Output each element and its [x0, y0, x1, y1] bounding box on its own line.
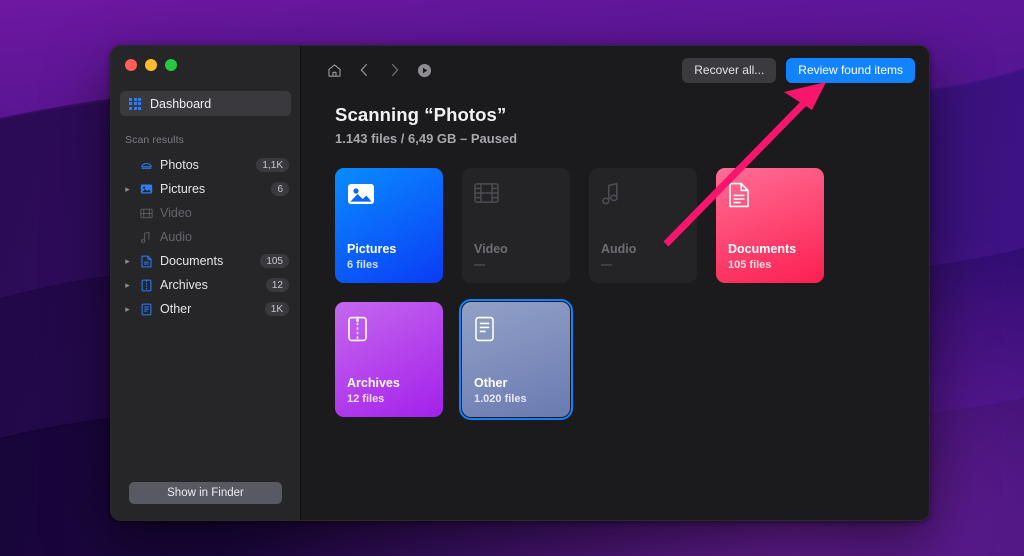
sidebar-item-audio[interactable]: ▸ Audio: [111, 225, 300, 249]
pictures-icon: [138, 183, 154, 195]
maximize-button[interactable]: [165, 59, 177, 71]
chevron-right-icon[interactable]: ▸: [123, 184, 132, 195]
sidebar-item-badge: 1,1K: [256, 158, 289, 172]
zip-icon: [347, 316, 431, 350]
tile-archives[interactable]: Archives 12 files: [335, 302, 443, 417]
lines-icon: [474, 316, 558, 350]
scan-heading: Scanning “Photos” 1.143 files / 6,49 GB …: [301, 94, 929, 146]
sidebar: Dashboard Scan results ▸ Photos 1,1K ▸: [111, 46, 301, 520]
other-icon: [138, 303, 154, 316]
sidebar-item-label: Audio: [160, 230, 192, 244]
sidebar-item-video[interactable]: ▸ Video: [111, 201, 300, 225]
sidebar-item-label: Photos: [160, 158, 199, 172]
documents-icon: [138, 255, 154, 268]
scan-status: 1.143 files / 6,49 GB – Paused: [335, 131, 518, 146]
sidebar-item-badge: 1K: [264, 302, 289, 316]
tile-count: 6 files: [347, 259, 379, 271]
tile-title: Documents: [728, 242, 797, 256]
category-tiles: Pictures 6 files Video — Audio — Documen…: [301, 146, 929, 420]
tile-title: Other: [474, 376, 508, 390]
sidebar-item-dashboard[interactable]: Dashboard: [120, 91, 291, 116]
toolbar: Recover all... Review found items: [301, 46, 929, 94]
review-found-items-button[interactable]: Review found items: [786, 57, 915, 83]
tile-title: Audio: [601, 242, 637, 256]
minimize-button[interactable]: [145, 59, 157, 71]
sidebar-item-pictures[interactable]: ▸ Pictures 6: [111, 177, 300, 201]
tile-title: Archives: [347, 376, 400, 390]
sidebar-item-label: Other: [160, 302, 192, 316]
window-controls: [111, 46, 300, 71]
sidebar-item-documents[interactable]: ▸ Documents 105: [111, 249, 300, 273]
tile-title: Video: [474, 242, 508, 256]
chevron-right-icon[interactable]: [379, 57, 409, 83]
sidebar-item-badge: 6: [271, 182, 289, 196]
tile-title: Pictures: [347, 242, 397, 256]
film-icon: [474, 182, 558, 216]
sidebar-item-label: Video: [160, 206, 192, 220]
sidebar-section-title: Scan results: [125, 134, 184, 146]
document-icon: [728, 182, 812, 216]
chevron-right-icon[interactable]: ▸: [123, 280, 132, 291]
tile-count: —: [474, 259, 485, 271]
sidebar-item-label: Archives: [160, 278, 208, 292]
sidebar-item-label: Dashboard: [150, 96, 212, 111]
tile-count: —: [601, 259, 612, 271]
chevron-left-icon[interactable]: [349, 57, 379, 83]
tile-count: 105 files: [728, 259, 772, 271]
close-button[interactable]: [125, 59, 137, 71]
sidebar-item-other[interactable]: ▸ Other 1K: [111, 297, 300, 321]
grid-icon: [129, 97, 141, 110]
tile-documents[interactable]: Documents 105 files: [716, 168, 824, 283]
main-content: Recover all... Review found items Scanni…: [301, 46, 929, 520]
tile-count: 12 files: [347, 393, 385, 405]
page-title: Scanning “Photos”: [335, 104, 507, 125]
sidebar-item-photos[interactable]: ▸ Photos 1,1K: [111, 153, 300, 177]
play-circle-icon[interactable]: [409, 57, 439, 83]
recover-all-button[interactable]: Recover all...: [682, 57, 777, 83]
tile-audio[interactable]: Audio —: [589, 168, 697, 283]
audio-icon: [138, 231, 154, 244]
sidebar-item-archives[interactable]: ▸ Archives 12: [111, 273, 300, 297]
chevron-right-icon[interactable]: ▸: [123, 256, 132, 267]
video-icon: [138, 208, 154, 219]
show-in-finder-button[interactable]: Show in Finder: [129, 482, 282, 504]
tile-video[interactable]: Video —: [462, 168, 570, 283]
archives-icon: [138, 279, 154, 292]
tile-pictures[interactable]: Pictures 6 files: [335, 168, 443, 283]
sidebar-item-label: Pictures: [160, 182, 206, 196]
tile-other[interactable]: Other 1.020 files: [459, 299, 573, 420]
tile-count: 1.020 files: [474, 393, 527, 405]
home-icon[interactable]: [319, 57, 349, 83]
image-icon: [347, 182, 431, 216]
photos-icon: [138, 159, 154, 172]
sidebar-item-label: Documents: [160, 254, 224, 268]
note-icon: [601, 182, 685, 216]
chevron-right-icon[interactable]: ▸: [123, 304, 132, 315]
sidebar-footer: Show in Finder: [111, 482, 300, 520]
sidebar-item-badge: 12: [265, 278, 289, 292]
sidebar-item-badge: 105: [260, 254, 289, 268]
app-window: Dashboard Scan results ▸ Photos 1,1K ▸: [110, 45, 930, 521]
